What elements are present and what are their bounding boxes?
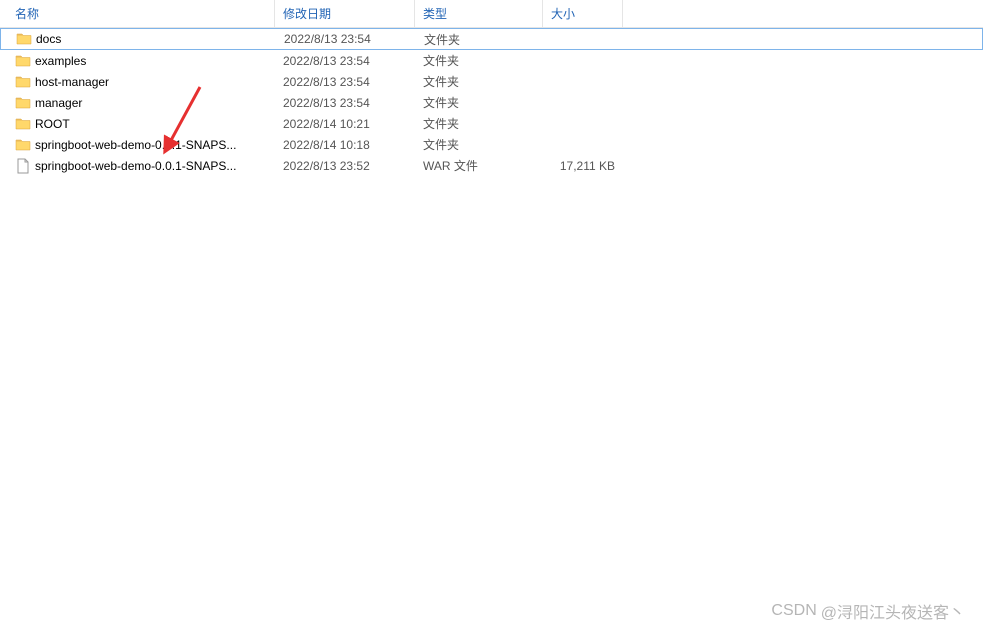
file-row[interactable]: manager 2022/8/13 23:54文件夹	[0, 92, 983, 113]
file-name-cell: examples	[0, 52, 275, 70]
file-row[interactable]: host-manager 2022/8/13 23:54文件夹	[0, 71, 983, 92]
file-row[interactable]: examples 2022/8/13 23:54文件夹	[0, 50, 983, 71]
file-explorer-panel: 名称 修改日期 类型 大小 docs2022/8/13 23:54文件夹exam…	[0, 0, 983, 635]
file-name-cell: docs	[1, 30, 276, 48]
file-name-cell: springboot-web-demo-0.0.1-SNAPS...	[0, 136, 275, 154]
file-row[interactable]: springboot-web-demo-0.0.1-SNAPS... 2022/8…	[0, 155, 983, 176]
file-date-cell: 2022/8/13 23:54	[276, 30, 416, 48]
folder-icon	[16, 32, 32, 46]
file-name-cell: springboot-web-demo-0.0.1-SNAPS...	[0, 156, 275, 176]
folder-icon	[15, 75, 31, 89]
file-row[interactable]: ROOT 2022/8/14 10:21文件夹	[0, 113, 983, 134]
file-name-text: springboot-web-demo-0.0.1-SNAPS...	[35, 159, 236, 173]
file-row[interactable]: docs 2022/8/13 23:54文件夹	[0, 28, 983, 50]
file-size-cell	[543, 122, 623, 126]
file-type-cell: 文件夹	[416, 29, 544, 50]
file-size-cell	[543, 143, 623, 147]
watermark-author: @浔阳江头夜送客丶	[821, 599, 965, 623]
file-date-cell: 2022/8/13 23:54	[275, 94, 415, 112]
watermark-brand: CSDN	[771, 602, 816, 620]
file-icon	[15, 158, 31, 174]
file-date-cell: 2022/8/13 23:54	[275, 73, 415, 91]
file-type-cell: 文件夹	[415, 92, 543, 113]
file-date-cell: 2022/8/13 23:54	[275, 52, 415, 70]
file-size-cell	[543, 80, 623, 84]
file-date-cell: 2022/8/14 10:18	[275, 136, 415, 154]
file-type-cell: 文件夹	[415, 50, 543, 71]
file-date-cell: 2022/8/13 23:52	[275, 157, 415, 175]
file-name-text: host-manager	[35, 75, 109, 89]
column-header-row: 名称 修改日期 类型 大小	[0, 0, 983, 28]
file-name-cell: host-manager	[0, 73, 275, 91]
file-name-text: docs	[36, 32, 61, 46]
file-type-cell: 文件夹	[415, 71, 543, 92]
file-size-cell	[543, 101, 623, 105]
file-row[interactable]: springboot-web-demo-0.0.1-SNAPS... 2022/8…	[0, 134, 983, 155]
folder-icon	[15, 54, 31, 68]
file-size-cell: 17,211 KB	[543, 157, 623, 175]
file-type-cell: 文件夹	[415, 113, 543, 134]
file-name-text: springboot-web-demo-0.0.1-SNAPS...	[35, 138, 236, 152]
file-type-cell: 文件夹	[415, 134, 543, 155]
file-size-cell	[544, 37, 624, 41]
folder-icon	[15, 96, 31, 110]
column-header-name[interactable]: 名称	[0, 0, 275, 27]
column-header-size[interactable]: 大小	[543, 0, 623, 27]
file-type-cell: WAR 文件	[415, 155, 543, 176]
file-size-cell	[543, 59, 623, 63]
file-date-cell: 2022/8/14 10:21	[275, 115, 415, 133]
file-name-cell: manager	[0, 94, 275, 112]
file-name-text: manager	[35, 96, 82, 110]
file-name-text: examples	[35, 54, 86, 68]
folder-icon	[15, 138, 31, 152]
file-name-text: ROOT	[35, 117, 70, 131]
watermark: CSDN @浔阳江头夜送客丶	[771, 599, 965, 623]
column-header-type[interactable]: 类型	[415, 0, 543, 27]
file-list: docs2022/8/13 23:54文件夹examples2022/8/13 …	[0, 28, 983, 176]
file-name-cell: ROOT	[0, 115, 275, 133]
folder-icon	[15, 117, 31, 131]
column-header-date[interactable]: 修改日期	[275, 0, 415, 27]
